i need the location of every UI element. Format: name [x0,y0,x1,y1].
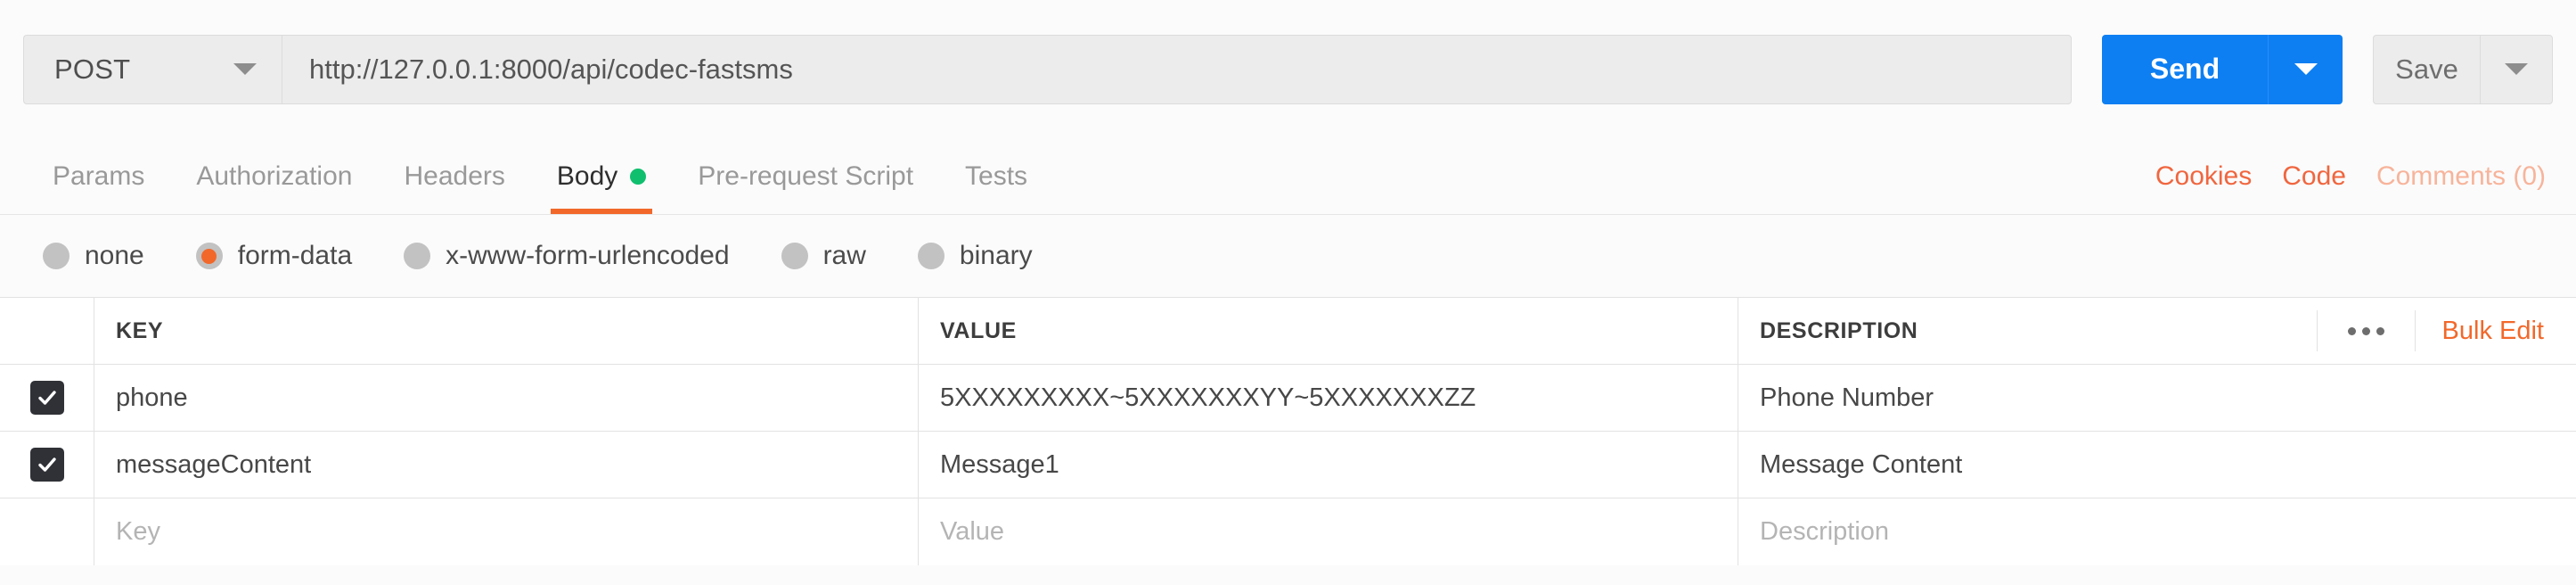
more-options-icon[interactable] [2316,310,2416,351]
empty-row-key-cell[interactable]: Key [94,498,919,565]
tab-label: Headers [404,161,505,191]
row-value-cell[interactable]: Message1 [919,432,1738,498]
request-url-input[interactable]: http://127.0.0.1:8000/api/codec-fastsms [282,34,2072,104]
empty-row-value-cell[interactable]: Value [919,498,1738,565]
save-button-group: Save [2373,34,2553,104]
row-description-text: Phone Number [1760,383,1934,412]
row-value-text: Message1 [940,449,1059,479]
row-key-cell[interactable]: messageContent [94,432,919,498]
row-checkbox-cell [0,432,94,498]
save-options-button[interactable] [2480,34,2553,104]
row-checkbox-cell [0,365,94,431]
radio-icon [404,243,431,269]
chevron-down-icon [2294,63,2318,75]
chevron-down-icon [2505,63,2528,75]
row-key-cell[interactable]: phone [94,365,919,431]
tab-authorization[interactable]: Authorization [170,138,378,214]
body-has-content-indicator-icon [630,168,647,185]
row-description-text: Message Content [1760,449,1963,479]
bulk-edit-button[interactable]: Bulk Edit [2416,317,2576,346]
table-empty-row: Key Value Description [0,498,2576,565]
body-type-raw[interactable]: raw [781,241,866,271]
row-key-text: phone [116,383,188,412]
table-row: messageContent Message1 Message Content [0,432,2576,498]
http-method-label: POST [54,53,131,85]
row-description-cell[interactable]: Message Content [1738,432,2576,498]
body-type-radio-group: none form-data x-www-form-urlencoded raw… [0,215,2576,297]
url-bar: POST http://127.0.0.1:8000/api/codec-fas… [0,0,2576,138]
radio-label: x-www-form-urlencoded [446,241,730,270]
postman-request-builder: POST http://127.0.0.1:8000/api/codec-fas… [0,0,2576,585]
radio-icon [917,243,945,269]
tab-label: Body [556,161,618,191]
table-header-row: KEY VALUE DESCRIPTION Bulk Edit [0,298,2576,365]
radio-label: none [85,241,144,270]
tab-label: Tests [965,161,1028,191]
dot [2347,326,2356,335]
table-header-description-cell: DESCRIPTION Bulk Edit [1738,298,2576,364]
row-key-text: messageContent [116,449,312,479]
tab-params[interactable]: Params [27,138,170,214]
radio-selected-icon [195,243,223,269]
row-description-cell[interactable]: Phone Number [1738,365,2576,431]
send-button[interactable]: Send [2102,34,2268,104]
comments-link[interactable]: Comments (0) [2376,161,2546,192]
row-value-text: 5XXXXXXXXX~5XXXXXXXYY~5XXXXXXXZZ [940,383,1476,412]
empty-row-value-placeholder: Value [940,517,1005,546]
radio-icon [43,243,70,269]
radio-label: raw [822,241,866,270]
radio-label: form-data [237,241,353,270]
column-header-value: VALUE [940,317,1017,343]
radio-label: binary [959,241,1033,270]
body-type-none[interactable]: none [43,241,144,271]
tab-right-links: Cookies Code Comments (0) [2125,138,2576,214]
tab-label: Pre-request Script [698,161,914,191]
tab-pre-request-script[interactable]: Pre-request Script [672,138,939,214]
empty-row-key-placeholder: Key [116,517,160,546]
tab-label: Params [53,161,145,191]
form-data-table: KEY VALUE DESCRIPTION Bulk Edit phone 5X… [0,297,2576,565]
table-header-key-cell: KEY [94,298,919,364]
send-button-group: Send [2102,34,2343,104]
body-type-x-www-form-urlencoded[interactable]: x-www-form-urlencoded [404,241,730,271]
radio-icon [781,243,808,269]
save-button[interactable]: Save [2373,34,2480,104]
table-header-tools: Bulk Edit [2316,298,2576,364]
request-tabs-bar: Params Authorization Headers Body Pre-re… [0,138,2576,215]
row-value-cell[interactable]: 5XXXXXXXXX~5XXXXXXXYY~5XXXXXXXZZ [919,365,1738,431]
row-checkbox-checked-icon[interactable] [29,381,64,415]
row-checkbox-checked-icon[interactable] [29,448,64,482]
body-type-binary[interactable]: binary [917,241,1033,271]
table-header-checkbox-cell [0,298,94,364]
body-type-form-data[interactable]: form-data [195,241,353,271]
empty-row-description-placeholder: Description [1760,517,1890,546]
empty-row-checkbox-cell [0,498,94,565]
chevron-down-icon [233,63,257,75]
column-header-key: KEY [116,317,164,343]
empty-row-description-cell[interactable]: Description [1738,498,2576,565]
code-link[interactable]: Code [2282,161,2346,192]
cookies-link[interactable]: Cookies [2155,161,2252,192]
dot [2361,326,2370,335]
http-method-dropdown[interactable]: POST [23,34,282,104]
tab-label: Authorization [196,161,353,191]
tab-headers[interactable]: Headers [378,138,530,214]
table-header-value-cell: VALUE [919,298,1738,364]
tab-body[interactable]: Body [531,138,672,214]
send-options-button[interactable] [2268,34,2343,104]
tab-tests[interactable]: Tests [939,138,1053,214]
column-header-description: DESCRIPTION [1760,317,1918,343]
request-tabs: Params Authorization Headers Body Pre-re… [0,138,1053,214]
dot [2376,326,2384,335]
table-row: phone 5XXXXXXXXX~5XXXXXXXYY~5XXXXXXXZZ P… [0,365,2576,432]
